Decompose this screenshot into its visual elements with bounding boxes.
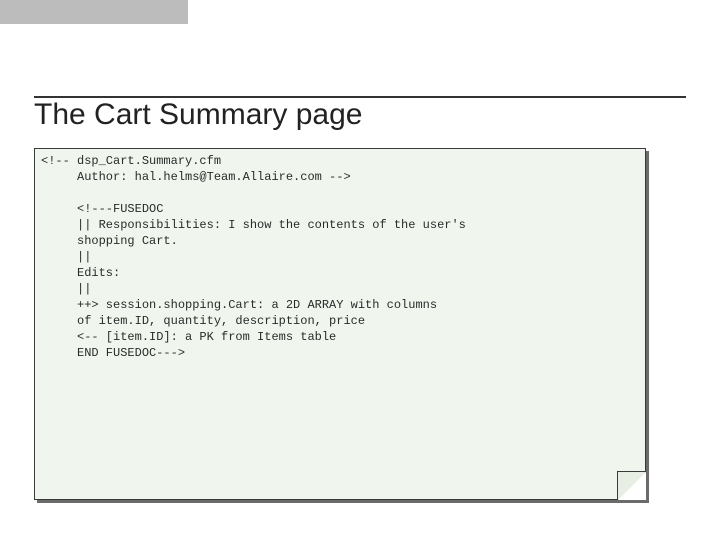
code-line: || bbox=[41, 250, 91, 264]
code-line: <!-- dsp_Cart.Summary.cfm bbox=[41, 154, 221, 168]
code-line: <-- [item.ID]: a PK from Items table bbox=[41, 330, 336, 344]
code-line: ++> session.shopping.Cart: a 2D ARRAY wi… bbox=[41, 298, 437, 312]
code-line: shopping Cart. bbox=[41, 234, 178, 248]
top-accent-bar bbox=[0, 0, 188, 24]
code-line: Edits: bbox=[41, 266, 120, 280]
code-line: || bbox=[41, 282, 91, 296]
code-line: END FUSEDOC---> bbox=[41, 346, 185, 360]
code-line: Author: hal.helms@Team.Allaire.com --> bbox=[41, 170, 351, 184]
code-line: of item.ID, quantity, description, price bbox=[41, 314, 365, 328]
code-line: || Responsibilities: I show the contents… bbox=[41, 218, 466, 232]
page-title: The Cart Summary page bbox=[34, 98, 370, 131]
code-block: <!-- dsp_Cart.Summary.cfm Author: hal.he… bbox=[35, 149, 645, 365]
code-line: <!---FUSEDOC bbox=[41, 202, 163, 216]
code-panel: <!-- dsp_Cart.Summary.cfm Author: hal.he… bbox=[34, 148, 646, 500]
page-curl-icon bbox=[618, 472, 646, 500]
